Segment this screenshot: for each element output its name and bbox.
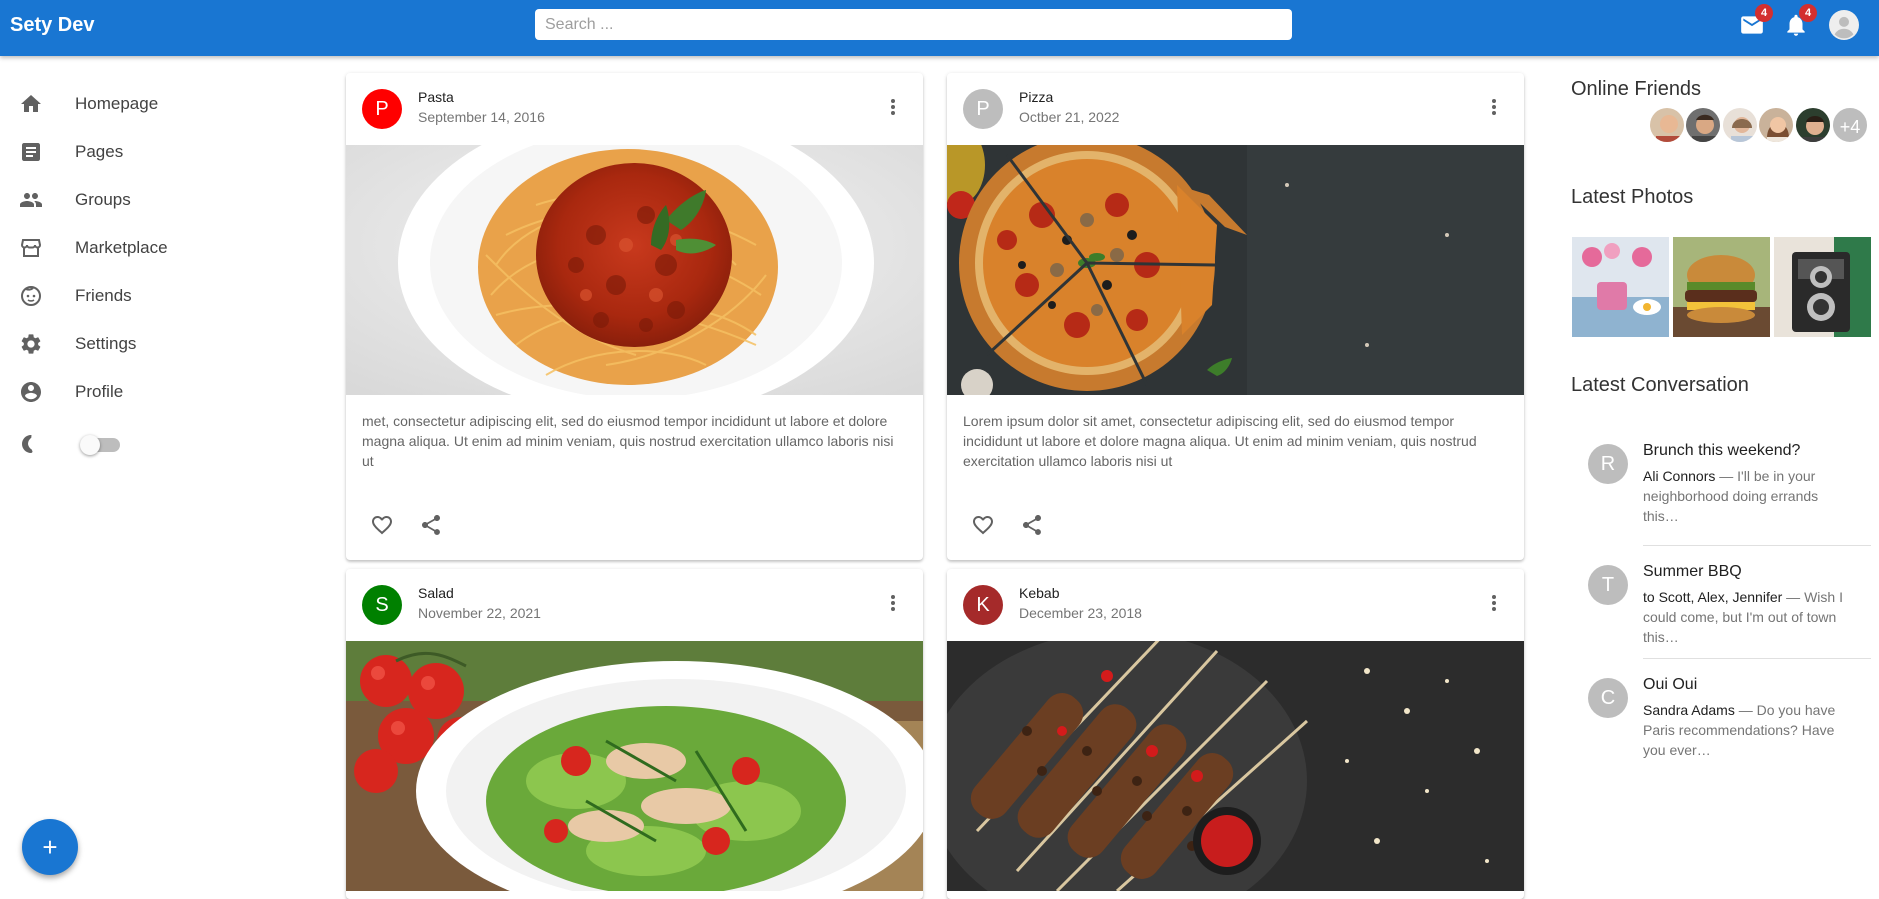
- avatar[interactable]: P: [362, 89, 402, 129]
- divider: [1643, 658, 1871, 659]
- more-vert-icon[interactable]: [1482, 95, 1506, 119]
- conversation-item[interactable]: R Brunch this weekend? Ali Connors — I'l…: [1571, 428, 1871, 538]
- account-circle-icon: [1829, 10, 1859, 40]
- mail-badge: 4: [1755, 4, 1773, 22]
- sidebar-item-label: Profile: [75, 382, 124, 401]
- post-date: Octber 21, 2022: [1019, 109, 1120, 125]
- avatar[interactable]: K: [963, 585, 1003, 625]
- sidebar-item-label: Homepage: [75, 94, 159, 113]
- post-card: P Pizza Octber 21, 2022 Lorem ipsum dolo…: [947, 73, 1524, 560]
- latest-photo-burger[interactable]: [1673, 237, 1770, 337]
- conversation-preview: Ali Connors — I'll be in your neighborho…: [1643, 466, 1843, 526]
- friend-avatar[interactable]: [1721, 106, 1759, 144]
- conversation-sender: to Scott, Alex, Jennifer: [1643, 589, 1783, 605]
- friend-avatar[interactable]: [1794, 106, 1832, 144]
- article-icon: [19, 140, 43, 164]
- avatar: C: [1588, 678, 1628, 718]
- post-text: Lorem ipsum dolor sit amet, consectetur …: [963, 413, 1477, 469]
- share-icon[interactable]: [419, 513, 443, 537]
- mail-button[interactable]: 4: [1739, 4, 1773, 38]
- post-date: December 23, 2018: [1019, 605, 1142, 621]
- sidebar-item-settings[interactable]: Settings: [0, 320, 330, 368]
- search-input[interactable]: [535, 9, 1292, 40]
- conversation-sender: Sandra Adams: [1643, 702, 1735, 718]
- post-date: September 14, 2016: [418, 109, 545, 125]
- sidebar-item-marketplace[interactable]: Marketplace: [0, 224, 330, 272]
- sidebar-item-label: Friends: [75, 286, 132, 305]
- conversation-title: Summer BBQ: [1643, 563, 1742, 580]
- avatar: T: [1588, 565, 1628, 605]
- heart-icon[interactable]: [370, 513, 394, 537]
- pizza-photo: [947, 145, 1524, 395]
- child-face-icon: [19, 284, 43, 308]
- avatar: R: [1588, 444, 1628, 484]
- friend-avatar[interactable]: [1648, 106, 1686, 144]
- share-icon[interactable]: [1020, 513, 1044, 537]
- divider: [1643, 545, 1871, 546]
- conversation-preview: to Scott, Alex, Jennifer — Wish I could …: [1643, 587, 1843, 647]
- post-text: met, consectetur adipiscing elit, sed do…: [362, 413, 894, 469]
- notifications-badge: 4: [1799, 4, 1817, 22]
- more-friends-count[interactable]: +4: [1831, 106, 1869, 144]
- heart-icon[interactable]: [971, 513, 995, 537]
- latest-photo-flowers[interactable]: [1572, 237, 1669, 337]
- friend-avatar[interactable]: [1684, 106, 1722, 144]
- conversation-item[interactable]: C Oui Oui Sandra Adams — Do you have Par…: [1571, 662, 1871, 772]
- avatar[interactable]: S: [362, 585, 402, 625]
- post-date: November 22, 2021: [418, 605, 541, 621]
- sidebar-item-label: Settings: [75, 334, 137, 353]
- pasta-photo: [346, 145, 923, 395]
- home-icon: [19, 92, 43, 116]
- more-vert-icon[interactable]: [1482, 591, 1506, 615]
- conversation-title: Oui Oui: [1643, 676, 1698, 693]
- sidebar-item-label: Groups: [75, 190, 131, 209]
- salad-photo: [346, 641, 923, 891]
- sidebar: Homepage Pages Groups Marketplace Friend…: [0, 56, 330, 889]
- conversation-item[interactable]: T Summer BBQ to Scott, Alex, Jennifer — …: [1571, 549, 1871, 659]
- app-bar: Sety Dev 4 4: [0, 0, 1879, 56]
- conversation-preview: Sandra Adams — Do you have Paris recomme…: [1643, 700, 1843, 760]
- notifications-button[interactable]: 4: [1783, 4, 1817, 38]
- more-vert-icon[interactable]: [881, 591, 905, 615]
- avatar[interactable]: P: [963, 89, 1003, 129]
- latest-conversation-heading: Latest Conversation: [1571, 374, 1749, 396]
- post-card: S Salad November 22, 2021: [346, 569, 923, 899]
- sidebar-item-pages[interactable]: Pages: [0, 128, 330, 176]
- online-friends-heading: Online Friends: [1571, 78, 1702, 100]
- kebab-photo: [947, 641, 1524, 891]
- sidebar-item-label: Pages: [75, 142, 124, 161]
- latest-photos-heading: Latest Photos: [1571, 186, 1694, 208]
- conversation-title: Brunch this weekend?: [1643, 442, 1801, 459]
- post-title: Pasta: [418, 89, 454, 105]
- sidebar-item-label: Marketplace: [75, 238, 168, 257]
- add-post-button[interactable]: +: [22, 819, 78, 875]
- friend-avatar[interactable]: [1757, 106, 1795, 144]
- groups-icon: [19, 188, 43, 212]
- post-card: P Pasta September 14, 2016 met, consecte…: [346, 73, 923, 560]
- more-vert-icon[interactable]: [881, 95, 905, 119]
- post-card: K Kebab December 23, 2018: [947, 569, 1524, 899]
- post-title: Salad: [418, 585, 454, 601]
- gear-icon: [19, 332, 43, 356]
- sidebar-item-homepage[interactable]: Homepage: [0, 80, 330, 128]
- sidebar-item-friends[interactable]: Friends: [0, 272, 330, 320]
- account-circle-icon: [19, 380, 43, 404]
- moon-icon: [19, 432, 43, 456]
- post-title: Pizza: [1019, 89, 1054, 105]
- dark-mode-toggle[interactable]: [80, 435, 122, 455]
- sidebar-item-profile[interactable]: Profile: [0, 368, 330, 416]
- sidebar-item-groups[interactable]: Groups: [0, 176, 330, 224]
- app-title[interactable]: Sety Dev: [10, 14, 95, 37]
- post-title: Kebab: [1019, 585, 1060, 601]
- toggle-thumb: [80, 435, 100, 455]
- account-button[interactable]: [1829, 10, 1859, 40]
- storefront-icon: [19, 236, 43, 260]
- latest-photo-camera[interactable]: [1774, 237, 1871, 337]
- conversation-sender: Ali Connors: [1643, 468, 1716, 484]
